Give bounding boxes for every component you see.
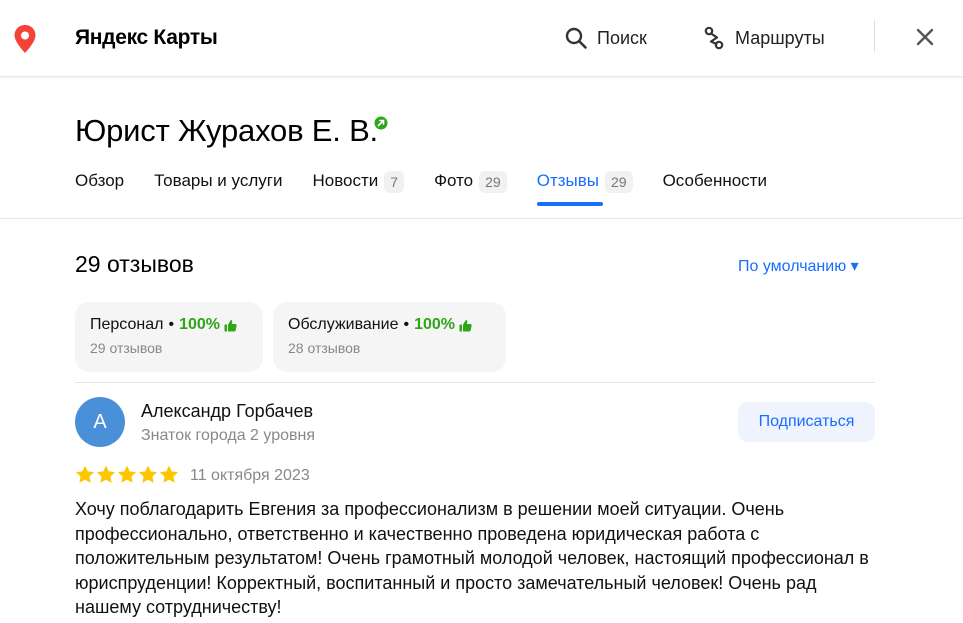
star-icon: [138, 465, 158, 483]
star-icon: [96, 465, 116, 483]
search-label: Поиск: [597, 27, 647, 48]
tab-label: Особенности: [662, 171, 767, 190]
tab-label: Отзывы: [536, 171, 599, 190]
tab-label: Товары и услуги: [154, 171, 283, 190]
active-tab-indicator: [536, 202, 603, 206]
review-text: Хочу поблагодарить Евгения за профессион…: [75, 499, 869, 617]
tab-label: Новости: [312, 171, 379, 190]
reviews-count-heading: 29 отзывов: [75, 251, 194, 277]
tab-bar: Обзор Товары и услуги Новости 7 Фото 29 …: [75, 171, 797, 211]
subscribe-button[interactable]: Подписаться: [738, 402, 875, 442]
close-icon[interactable]: [913, 25, 937, 49]
routes-button[interactable]: Маршруты: [702, 24, 825, 52]
aspect-card-service[interactable]: Обслуживание • 100% 28 отзывов: [273, 302, 506, 372]
map-pin-icon[interactable]: [12, 24, 38, 54]
top-header: Яндекс Карты Поиск Маршруты: [0, 0, 963, 77]
review-date: 11 октября 2023: [190, 467, 310, 484]
sort-dropdown[interactable]: По умолчанию ▾: [738, 256, 859, 276]
tab-goods-services[interactable]: Товары и услуги: [154, 171, 282, 211]
review-author-name[interactable]: Александр Горбачев: [141, 401, 313, 422]
logo[interactable]: Яндекс Карты: [75, 26, 218, 50]
thumbs-up-icon: [459, 319, 472, 331]
verified-badge-icon: [374, 116, 388, 130]
avatar[interactable]: А: [75, 397, 125, 447]
aspect-percent: 100%: [179, 316, 220, 333]
tab-photos[interactable]: Фото 29: [434, 171, 507, 211]
aspect-name: Персонал: [90, 316, 164, 333]
star-icon: [159, 465, 179, 483]
tab-count-badge: 7: [384, 171, 405, 193]
tab-reviews[interactable]: Отзывы 29: [536, 171, 633, 211]
search-button[interactable]: Поиск: [564, 24, 647, 52]
star-icon: [117, 465, 137, 483]
aspect-card-staff[interactable]: Персонал • 100% 29 отзывов: [75, 302, 263, 372]
tab-overview[interactable]: Обзор: [75, 171, 124, 211]
search-icon: [565, 27, 587, 49]
aspect-count: 28 отзывов: [288, 340, 361, 356]
aspect-percent: 100%: [414, 316, 456, 333]
aspect-summary: Обслуживание • 100%: [288, 316, 491, 334]
tab-news[interactable]: Новости 7: [312, 171, 405, 211]
tab-label: Обзор: [75, 171, 125, 190]
bullet-separator: •: [168, 316, 175, 333]
aspect-count: 29 отзывов: [90, 340, 163, 356]
bullet-separator: •: [403, 316, 410, 333]
review-author-level: Знаток города 2 уровня: [141, 427, 316, 444]
route-icon: [704, 26, 724, 50]
tabs-divider: [0, 218, 963, 219]
star-icon: [75, 465, 95, 483]
page-title: Юрист Журахов Е. В.: [75, 113, 378, 148]
rating-stars: [75, 465, 180, 484]
thumbs-up-icon: [224, 319, 237, 331]
tab-count-badge: 29: [605, 171, 633, 193]
header-divider: [874, 20, 875, 52]
tab-count-badge: 29: [479, 171, 507, 193]
aspect-summary: Персонал • 100%: [90, 316, 248, 334]
tab-features[interactable]: Особенности: [663, 171, 767, 211]
routes-label: Маршруты: [735, 27, 825, 48]
reviews-divider: [75, 382, 875, 383]
tab-label: Фото: [434, 171, 474, 190]
aspect-name: Обслуживание: [288, 316, 399, 333]
